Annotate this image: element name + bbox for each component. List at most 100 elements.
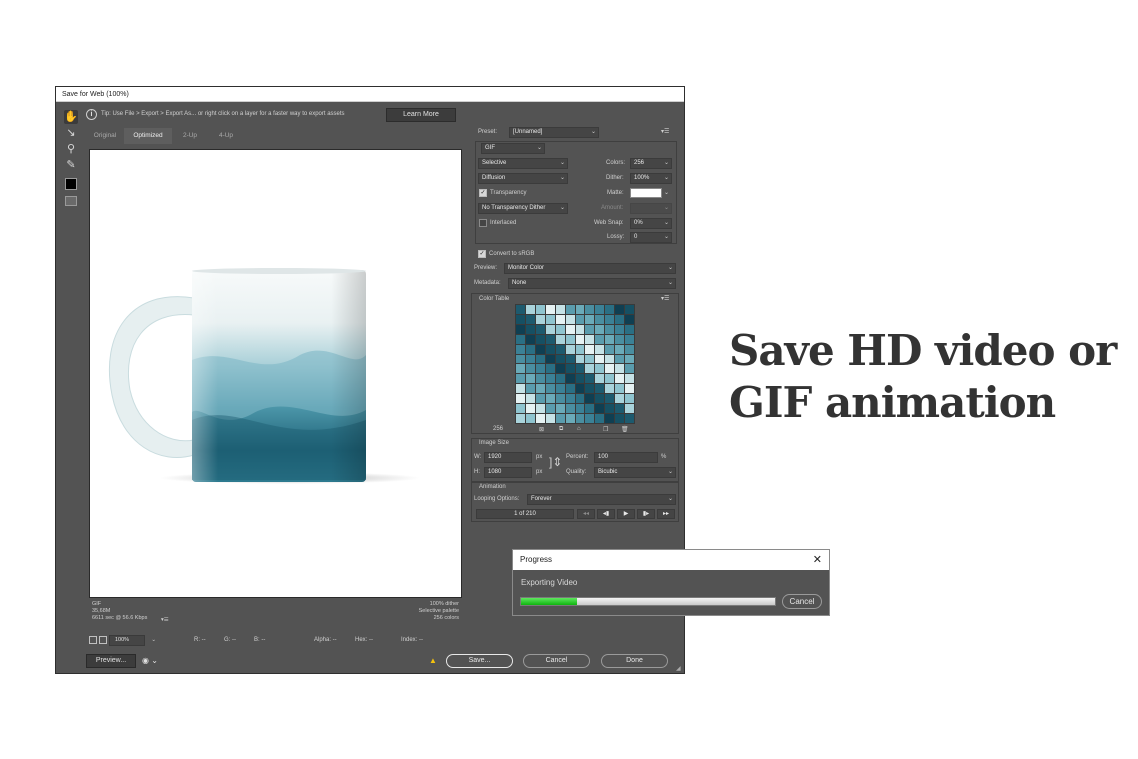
color-swatch[interactable] [615, 374, 625, 384]
color-swatch[interactable] [565, 394, 575, 404]
color-swatch[interactable] [525, 374, 535, 384]
color-swatch[interactable] [575, 344, 585, 354]
color-swatch[interactable] [595, 344, 605, 354]
matte-color-swatch[interactable] [630, 188, 662, 198]
color-swatch[interactable] [585, 324, 595, 334]
download-speed-menu-icon[interactable]: ▾☰ [161, 617, 169, 623]
color-swatch[interactable] [545, 334, 555, 344]
color-swatch[interactable] [545, 314, 555, 324]
color-swatch[interactable] [525, 394, 535, 404]
color-swatch[interactable] [615, 344, 625, 354]
done-button[interactable]: Done [601, 654, 668, 668]
new-color-icon[interactable]: ❐ [603, 426, 608, 433]
color-swatch[interactable] [575, 305, 585, 314]
color-swatch[interactable] [525, 384, 535, 394]
color-swatch[interactable] [625, 404, 634, 414]
color-swatch[interactable] [575, 334, 585, 344]
delete-color-icon[interactable]: 🗑 [621, 426, 629, 433]
color-swatch[interactable] [545, 414, 555, 423]
color-swatch[interactable] [525, 364, 535, 374]
color-swatch[interactable] [535, 404, 545, 414]
color-swatch[interactable] [516, 334, 525, 344]
color-swatch[interactable] [605, 374, 615, 384]
color-swatch[interactable] [525, 344, 535, 354]
color-swatch[interactable] [585, 314, 595, 324]
color-swatch[interactable] [545, 374, 555, 384]
color-swatch[interactable] [516, 305, 525, 314]
color-swatch[interactable] [585, 354, 595, 364]
color-swatch[interactable] [595, 305, 605, 314]
color-swatch[interactable] [625, 364, 634, 374]
color-swatch[interactable] [555, 384, 565, 394]
color-swatch[interactable] [605, 305, 615, 314]
color-swatch[interactable] [595, 374, 605, 384]
color-swatch[interactable] [625, 394, 634, 404]
color-swatch[interactable] [595, 334, 605, 344]
color-swatch[interactable] [615, 394, 625, 404]
eyedropper-tool-icon[interactable]: ✎ [64, 158, 78, 172]
color-swatch[interactable] [535, 414, 545, 423]
color-swatch[interactable] [516, 394, 525, 404]
slice-select-tool-icon[interactable]: ↘ [64, 126, 78, 140]
color-swatch[interactable] [565, 334, 575, 344]
color-swatch[interactable] [565, 414, 575, 423]
color-swatch[interactable] [525, 305, 535, 314]
color-swatch[interactable] [575, 384, 585, 394]
tab-2-up[interactable]: 2-Up [172, 128, 208, 144]
color-swatch[interactable] [565, 374, 575, 384]
color-swatch[interactable] [555, 374, 565, 384]
color-swatch[interactable] [565, 404, 575, 414]
interlaced-checkbox[interactable] [479, 219, 487, 227]
color-swatch[interactable] [555, 404, 565, 414]
color-swatch[interactable] [516, 414, 525, 423]
color-swatch[interactable] [545, 354, 555, 364]
format-select[interactable]: GIF ⌄ [481, 143, 545, 154]
color-swatch[interactable] [615, 364, 625, 374]
next-frame-button[interactable]: ▮▸ [637, 509, 655, 519]
color-table-grid[interactable] [515, 304, 635, 424]
color-swatch[interactable] [565, 314, 575, 324]
color-swatch[interactable] [555, 394, 565, 404]
color-swatch[interactable] [575, 404, 585, 414]
color-swatch[interactable] [535, 344, 545, 354]
color-swatch[interactable] [565, 305, 575, 314]
color-swatch[interactable] [545, 384, 555, 394]
color-swatch[interactable] [535, 334, 545, 344]
color-swatch[interactable] [545, 305, 555, 314]
color-swatch[interactable] [516, 404, 525, 414]
color-swatch[interactable] [555, 334, 565, 344]
preview-color-select[interactable]: Monitor Color ⌄ [504, 263, 676, 274]
zoom-out-icon[interactable] [89, 636, 97, 644]
dither-algorithm-select[interactable]: Diffusion ⌄ [478, 173, 568, 184]
transparency-checkbox[interactable]: ✓ [479, 189, 487, 197]
color-swatch[interactable] [535, 305, 545, 314]
eyedropper-color-swatch[interactable] [65, 178, 77, 190]
color-swatch[interactable] [605, 344, 615, 354]
resize-grip-icon[interactable]: ◢ [676, 665, 681, 672]
color-swatch[interactable] [525, 404, 535, 414]
toggle-slices-visibility-icon[interactable] [65, 196, 77, 206]
looping-select[interactable]: Forever ⌄ [527, 494, 676, 505]
color-swatch[interactable] [545, 394, 555, 404]
cancel-export-button[interactable]: Cancel [782, 594, 822, 609]
color-swatch[interactable] [555, 324, 565, 334]
color-table-menu-icon[interactable]: ▾☰ [661, 295, 669, 302]
color-swatch[interactable] [516, 384, 525, 394]
color-swatch[interactable] [545, 324, 555, 334]
color-swatch[interactable] [605, 394, 615, 404]
color-swatch[interactable] [595, 324, 605, 334]
color-swatch[interactable] [595, 364, 605, 374]
color-swatch[interactable] [535, 394, 545, 404]
color-swatch[interactable] [625, 324, 634, 334]
color-swatch[interactable] [525, 324, 535, 334]
transparency-dither-select[interactable]: No Transparency Dither ⌄ [478, 203, 568, 214]
hand-tool-icon[interactable]: ✋ [64, 110, 78, 124]
color-swatch[interactable] [555, 344, 565, 354]
color-swatch[interactable] [535, 374, 545, 384]
zoom-level-select[interactable]: 100% ⌄ [109, 635, 156, 646]
color-swatch[interactable] [516, 364, 525, 374]
color-swatch[interactable] [585, 344, 595, 354]
color-swatch[interactable] [615, 314, 625, 324]
color-swatch[interactable] [605, 364, 615, 374]
browser-select[interactable]: ◉ ⌄ [142, 654, 172, 668]
